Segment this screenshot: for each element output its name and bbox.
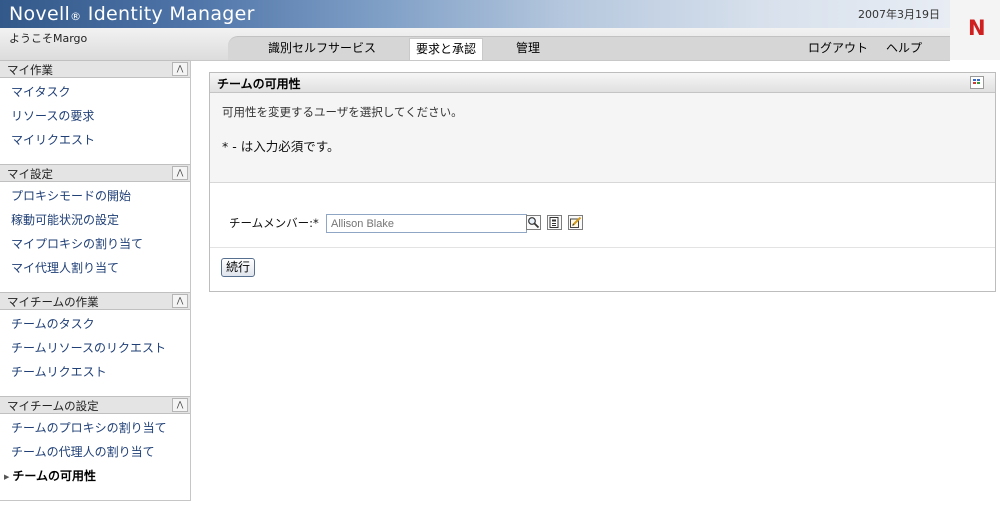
section-title: マイ作業 <box>7 63 53 77</box>
edit-icon[interactable] <box>568 215 583 230</box>
welcome-text: ようこそMargo <box>9 32 88 45</box>
sidebar-item-team-delegate-assignments[interactable]: チームの代理人の割り当て <box>11 443 155 460</box>
search-icon[interactable] <box>526 215 541 230</box>
sidebar-item-team-requests[interactable]: チームリクエスト <box>11 363 107 380</box>
section-title: マイチームの設定 <box>7 399 99 413</box>
help-link[interactable]: ヘルプ <box>885 38 923 59</box>
tab-identity-self-service[interactable]: 識別セルフサービス <box>262 38 382 59</box>
panel-header: チームの可用性 <box>210 73 995 93</box>
sidebar-item-request-team-resources[interactable]: チームリソースのリクエスト <box>11 339 166 356</box>
sidebar-item-team-tasks[interactable]: チームのタスク <box>11 315 95 332</box>
app-title-product: Identity Manager <box>87 3 255 25</box>
app-title-brand: Novell <box>9 3 71 25</box>
sidebar-item-request-resource[interactable]: リソースの要求 <box>11 107 94 124</box>
registered-mark: ® <box>70 10 82 23</box>
sidebar-item-team-proxy-assignments[interactable]: チームのプロキシの割り当て <box>11 419 167 436</box>
sidebar-section-my-team-settings: マイチームの設定 ⋀ <box>0 396 190 414</box>
team-member-label: チームメンバー:* <box>229 216 319 230</box>
sidebar-item-start-proxy-mode[interactable]: プロキシモードの開始 <box>11 187 131 204</box>
collapse-icon[interactable]: ⋀ <box>172 166 188 180</box>
collapse-icon[interactable]: ⋀ <box>172 294 188 308</box>
novell-logo-icon: N <box>968 16 986 40</box>
collapse-icon[interactable]: ⋀ <box>172 62 188 76</box>
sidebar-section-my-team-work: マイチームの作業 ⋀ <box>0 292 190 310</box>
section-title: マイ設定 <box>7 167 53 181</box>
history-icon[interactable] <box>547 215 562 230</box>
sidebar-item-my-tasks[interactable]: マイタスク <box>11 83 71 100</box>
instruction-text: 可用性を変更するユーザを選択してください。 <box>222 105 463 119</box>
sidebar-section-my-settings: マイ設定 ⋀ <box>0 164 190 182</box>
sidebar-section-my-work: マイ作業 ⋀ <box>0 60 190 78</box>
panel-title: チームの可用性 <box>217 77 301 91</box>
form-separator <box>210 247 995 248</box>
app-header: Novell® Identity Manager 2007年3月19日 ようこそ… <box>0 0 1000 61</box>
collapse-icon[interactable]: ⋀ <box>172 398 188 412</box>
logout-link[interactable]: ログアウト <box>808 38 868 59</box>
intro-area: 可用性を変更するユーザを選択してください。 * - は入力必須です。 <box>210 93 995 183</box>
sidebar-item-label: チームの可用性 <box>12 469 97 483</box>
sidebar-item-my-delegate-assignments[interactable]: マイ代理人割り当て <box>11 259 119 276</box>
sidebar-item-my-proxy-assignments[interactable]: マイプロキシの割り当て <box>11 235 143 252</box>
team-member-input[interactable] <box>326 214 527 233</box>
sidebar-item-team-availability[interactable]: ▶ チームの可用性 <box>4 467 96 484</box>
tab-requests-approvals[interactable]: 要求と承認 <box>409 38 483 60</box>
sidebar-item-my-requests[interactable]: マイリクエスト <box>11 131 95 148</box>
required-note: * - は入力必須です。 <box>222 139 340 154</box>
app-title: Novell® Identity Manager <box>9 3 255 25</box>
panel-options-icon[interactable] <box>970 76 984 89</box>
continue-button[interactable]: 続行 <box>221 258 256 277</box>
team-availability-panel: チームの可用性 可用性を変更するユーザを選択してください。 * - は入力必須で… <box>209 72 996 292</box>
sidebar: マイ作業 ⋀ マイタスク リソースの要求 マイリクエスト マイ設定 ⋀ プロキシ… <box>0 60 191 501</box>
tab-administration[interactable]: 管理 <box>511 38 545 59</box>
current-item-bullet-icon: ▶ <box>4 472 10 481</box>
header-date: 2007年3月19日 <box>858 8 940 21</box>
sidebar-item-edit-availability[interactable]: 稼動可能状況の設定 <box>11 211 119 228</box>
section-title: マイチームの作業 <box>7 295 99 309</box>
